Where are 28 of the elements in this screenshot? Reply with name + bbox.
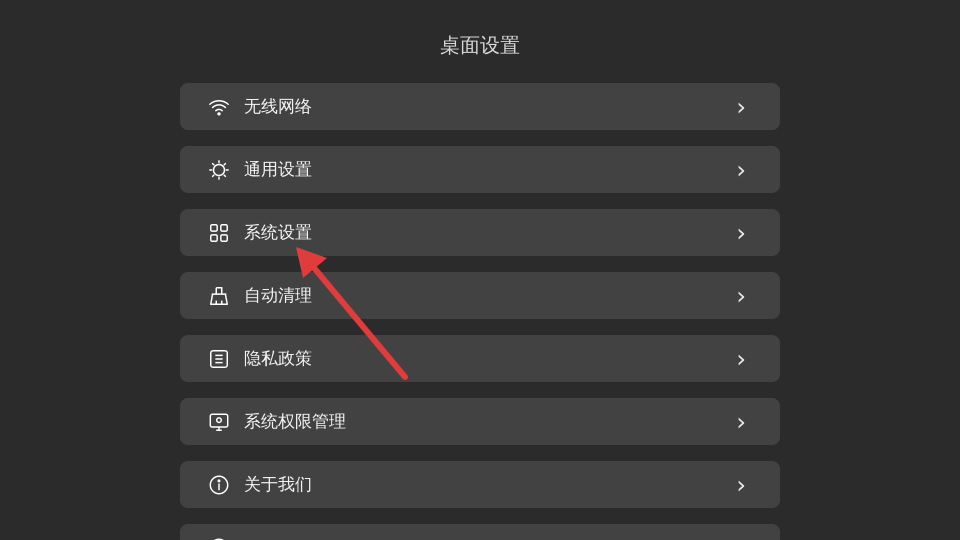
settings-item[interactable]: 系统设置 › — [180, 209, 780, 256]
chevron-icon: › — [736, 410, 746, 434]
chevron-icon: › — [736, 94, 746, 118]
chevron-icon: › — [736, 346, 746, 370]
item-label: 系统权限管理 — [244, 411, 347, 433]
chevron-icon: › — [736, 284, 746, 308]
item-label: 隐私政策 — [244, 348, 313, 370]
chevron-icon: › — [736, 220, 746, 244]
sun-icon — [208, 158, 230, 180]
grid-icon — [208, 222, 230, 244]
item-label: 关于我们 — [244, 474, 313, 496]
settings-item[interactable]: 隐私政策 › — [180, 335, 780, 382]
chevron-icon: › — [736, 472, 746, 496]
settings-item[interactable]: 无线网络 › — [180, 83, 780, 130]
settings-item[interactable]: 关于我们 › — [180, 461, 780, 508]
page-title: 桌面设置 — [439, 32, 521, 59]
chevron-icon: › — [736, 158, 746, 182]
document-icon — [208, 348, 230, 370]
item-label: 无线网络 — [244, 96, 313, 118]
broom-icon — [208, 284, 230, 306]
item-label: 自动清理 — [244, 285, 313, 307]
settings-item[interactable]: 自动清理 › — [180, 272, 780, 319]
settings-item[interactable]: 系统权限管理 › — [180, 398, 780, 445]
monitor-icon — [208, 410, 230, 432]
item-label: 通用设置 — [244, 159, 313, 181]
item-label: 系统设置 — [244, 222, 313, 244]
info-icon — [208, 474, 230, 496]
settings-item[interactable]: 通用设置 › — [180, 146, 780, 193]
